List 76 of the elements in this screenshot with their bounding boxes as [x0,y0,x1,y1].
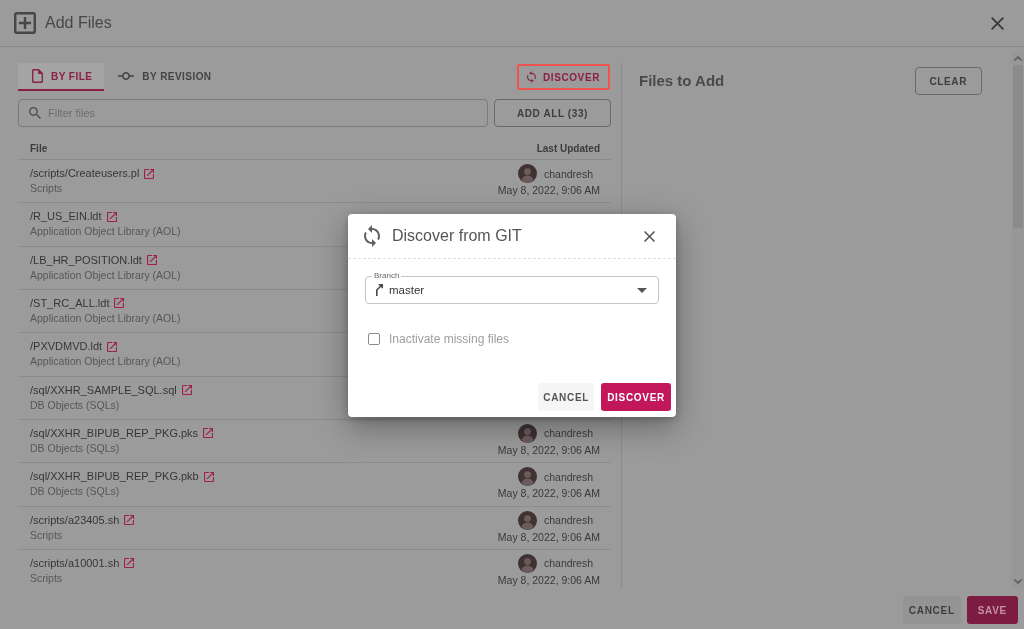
branch-select[interactable]: Branch master [365,271,659,304]
external-link-icon[interactable] [181,385,192,396]
add-all-button[interactable]: ADD ALL (33) [493,99,611,127]
external-link-icon[interactable] [146,255,157,266]
updated-time: May 8, 2022, 9:06 AM [497,486,600,501]
external-link-icon[interactable] [114,298,125,309]
turn-arrow-icon [376,284,383,296]
circle-on-line-icon [118,72,135,80]
search-icon [29,107,41,119]
select-value: master [389,284,425,296]
external-link-icon[interactable] [144,168,155,179]
checkbox-label[interactable]: Inactivate missing files [389,332,510,346]
file-path: /scripts/a10001.sh [30,555,120,571]
cancel-button[interactable]: CANCEL [902,596,961,624]
user-name: chandresh [543,167,593,180]
window-title: Add Files [45,14,112,32]
updated-time: May 8, 2022, 9:06 AM [497,183,600,197]
clear-button[interactable]: CLEAR [914,67,982,95]
circular-arrows-icon [364,225,380,247]
file-path: /sql/XXHR_BIPUB_REP_PKG.pks [30,425,199,441]
file-path: /R_US_EIN.ldt [30,209,102,225]
file-category: DB Objects (SQLs) [30,397,120,413]
file-icon [32,69,43,83]
tab[interactable]: BY REVISION [104,63,224,91]
user-avatar [517,510,537,530]
user-name: chandresh [543,514,593,527]
user-avatar [517,423,537,443]
user-name: chandresh [543,557,593,570]
circular-arrows-icon [526,71,536,83]
external-link-icon[interactable] [203,471,214,482]
updated-time: May 8, 2022, 9:06 AM [497,529,600,544]
file-path: /PXVDMVD.ldt [30,339,103,355]
file-category: DB Objects (SQLs) [30,440,120,456]
user-name: chandresh [543,470,593,483]
file-path: /scripts/a23405.sh [30,512,120,528]
user-avatar [517,553,537,573]
column-header: Last Updated [536,142,600,154]
file-category: Application Object Library (AOL) [30,224,181,240]
close-icon[interactable] [644,230,655,242]
external-link-icon[interactable] [124,515,135,526]
save-button[interactable]: SAVE [966,596,1018,624]
file-path: /LB_HR_POSITION.ldt [30,252,142,268]
external-link-icon[interactable] [106,211,117,222]
checkbox[interactable] [368,333,380,345]
file-category: Scripts [30,527,63,543]
tab[interactable]: BY FILE [18,63,105,91]
external-link-icon[interactable] [107,341,118,352]
file-category: Application Object Library (AOL) [30,354,181,370]
external-link-icon[interactable] [124,558,135,569]
file-category: Application Object Library (AOL) [30,311,181,326]
discover-button[interactable]: DISCOVER [516,64,610,90]
user-avatar [517,467,537,487]
file-path: /sql/XXHR_BIPUB_REP_PKG.pkb [30,469,199,485]
user-name: chandresh [543,427,593,440]
file-category: Scripts [30,570,63,586]
caret-icon [637,287,647,293]
discover-button[interactable]: DISCOVER [601,383,671,411]
file-path: /sql/XXHR_SAMPLE_SQL.sql [30,382,177,398]
external-link-icon[interactable] [203,428,214,439]
updated-time: May 8, 2022, 9:06 AM [497,572,600,587]
close-icon[interactable] [991,16,1004,30]
column-header: File [30,142,48,154]
cancel-button[interactable]: CANCEL [538,383,595,411]
scroll-up-icon[interactable] [1014,56,1022,61]
file-path: /ST_RC_ALL.ldt [30,296,110,311]
dialog-title: Discover from GIT [392,227,522,245]
file-path: /scripts/Createusers.pl [30,166,140,181]
file-category: Scripts [30,181,63,196]
scroll-down-icon[interactable] [1014,579,1022,584]
file-category: Application Object Library (AOL) [30,267,181,283]
file-category: DB Objects (SQLs) [30,484,120,500]
user-avatar [517,164,537,183]
updated-time: May 8, 2022, 9:06 AM [497,442,600,457]
panel-title: Files to Add [639,71,725,91]
scrollbar-track[interactable] [1012,52,1024,588]
field-label: Branch [372,271,402,281]
